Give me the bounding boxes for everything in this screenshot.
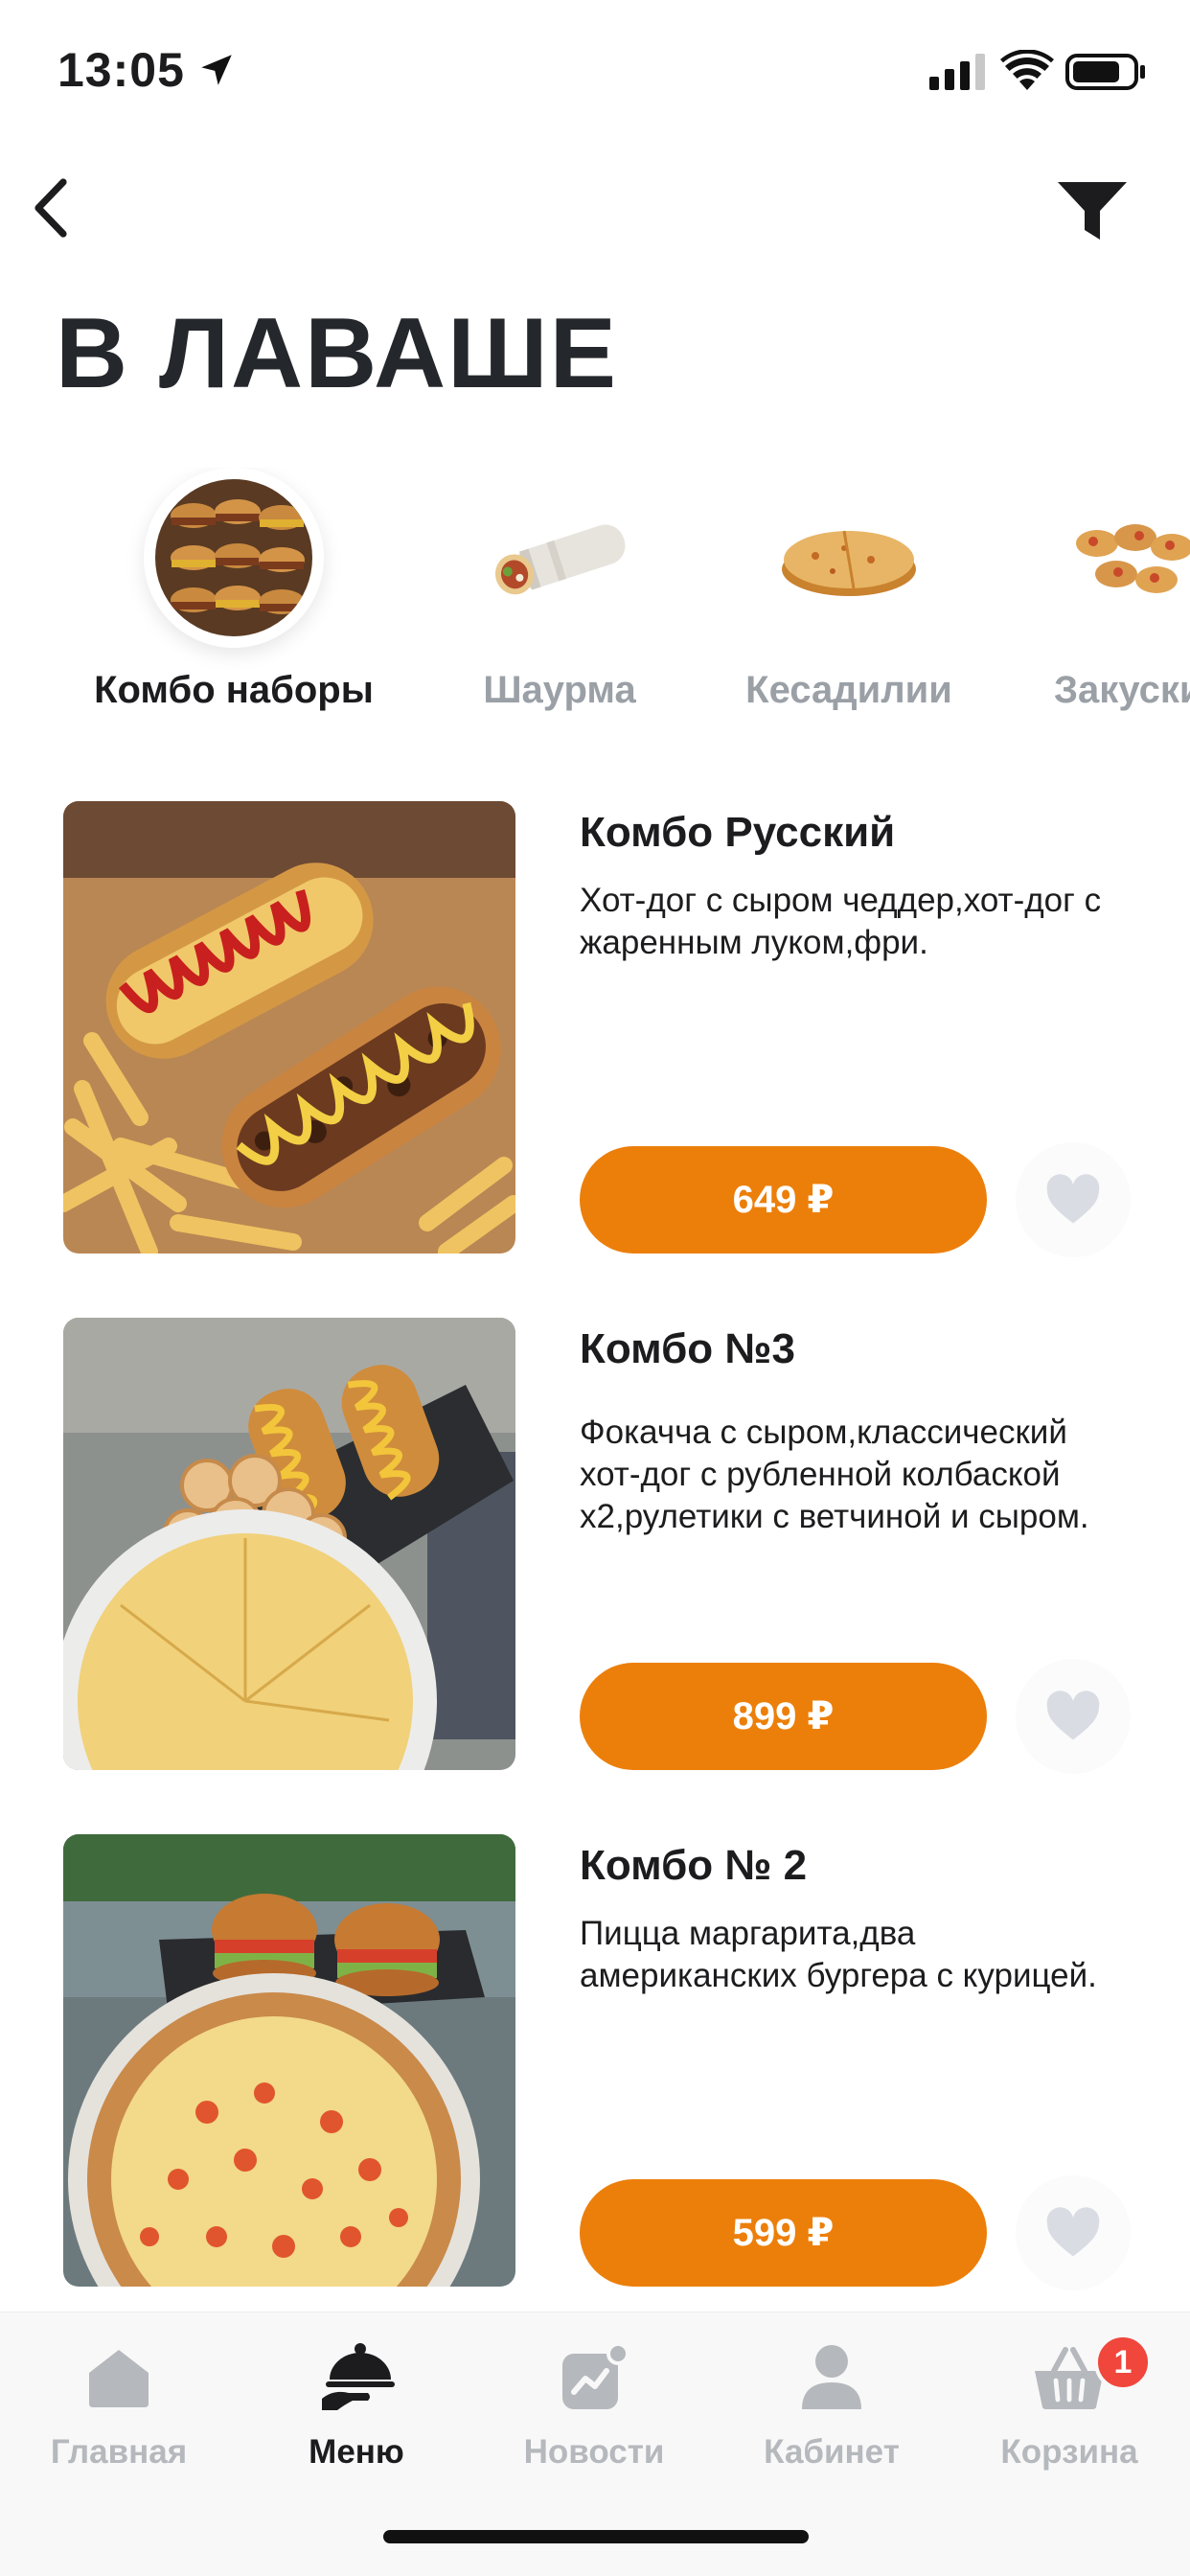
category-thumb <box>469 468 650 648</box>
tab-news[interactable]: Новости <box>475 2339 713 2493</box>
back-button[interactable] <box>21 174 79 242</box>
category-shawarma[interactable]: Шаурма <box>406 468 713 726</box>
battery-icon <box>1065 54 1145 90</box>
location-arrow-icon <box>201 55 232 85</box>
cart-count-badge: 1 <box>1094 2334 1152 2391</box>
category-label: Закуски <box>1054 669 1190 711</box>
tab-cart[interactable]: 1 Корзина <box>950 2334 1188 2493</box>
tab-label: Кабинет <box>764 2433 900 2471</box>
product-title: Комбо №3 <box>580 1325 795 1372</box>
news-icon <box>556 2339 632 2416</box>
add-to-cart-button[interactable]: 649 ₽ <box>580 1146 987 1254</box>
product-image <box>63 1834 515 2287</box>
burger-combo-image <box>155 479 312 636</box>
category-label: Кесадилии <box>745 669 952 711</box>
shawarma-image <box>494 524 626 595</box>
filter-funnel-icon <box>1058 182 1127 240</box>
product-title: Комбо Русский <box>580 809 896 856</box>
tab-menu[interactable]: Меню <box>238 2339 475 2493</box>
favorite-button[interactable] <box>1016 1142 1131 1257</box>
home-icon <box>80 2339 157 2416</box>
category-quesadilla[interactable]: Кесадилии <box>696 468 1002 726</box>
product-card[interactable]: Комбо №3 Фокачча с сыром,классический хо… <box>0 1318 1190 1787</box>
tab-label: Корзина <box>1000 2433 1138 2471</box>
category-thumb <box>1041 468 1190 648</box>
tab-cabinet[interactable]: Кабинет <box>713 2339 950 2493</box>
favorite-button[interactable] <box>1016 1659 1131 1774</box>
heart-icon <box>1046 2207 1100 2257</box>
filter-button[interactable] <box>1054 172 1131 249</box>
add-to-cart-button[interactable]: 899 ₽ <box>580 1663 987 1770</box>
add-to-cart-button[interactable]: 599 ₽ <box>580 2179 987 2287</box>
category-carousel[interactable]: Комбо наборы Шаурма Кесадилии Закуски <box>0 468 1190 736</box>
chevron-left-icon <box>34 178 67 238</box>
snacks-image <box>1076 524 1190 593</box>
product-description: Хот-дог с сыром чеддер,хот-дог с жаренны… <box>580 882 1102 961</box>
tab-label: Новости <box>523 2433 665 2471</box>
product-title: Комбо № 2 <box>580 1842 808 1889</box>
tab-label: Меню <box>309 2433 404 2471</box>
tab-label: Главная <box>50 2433 188 2471</box>
product-image <box>63 801 515 1254</box>
category-thumb <box>759 468 939 648</box>
home-indicator <box>383 2530 809 2543</box>
page-title: В ЛАВАШЕ <box>56 298 618 409</box>
user-icon <box>793 2339 870 2416</box>
tab-home[interactable]: Главная <box>0 2339 238 2493</box>
category-combo[interactable]: Комбо наборы <box>80 468 387 726</box>
heart-icon <box>1046 1690 1100 1740</box>
product-card[interactable]: Комбо Русский Хот-дог с сыром чеддер,хот… <box>0 801 1190 1271</box>
wifi-icon <box>1000 50 1054 90</box>
product-description: Пицца маргарита,два американских бургера… <box>580 1915 1097 1994</box>
cellular-signal-icon <box>929 54 985 90</box>
heart-icon <box>1046 1174 1100 1224</box>
quesadilla-image <box>782 530 916 596</box>
status-bar: 13:05 <box>0 0 1190 144</box>
product-card[interactable]: Комбо № 2 Пицца маргарита,два американск… <box>0 1834 1190 2304</box>
category-label: Шаурма <box>483 669 636 711</box>
favorite-button[interactable] <box>1016 2175 1131 2290</box>
cloche-icon <box>318 2339 395 2416</box>
product-image <box>63 1318 515 1770</box>
category-thumb <box>144 468 324 648</box>
category-label: Комбо наборы <box>94 669 374 711</box>
product-description: Фокачча с сыром,классический хот-дог с р… <box>580 1414 1089 1535</box>
status-time: 13:05 <box>57 43 185 97</box>
category-snacks[interactable]: Закуски <box>977 468 1190 726</box>
